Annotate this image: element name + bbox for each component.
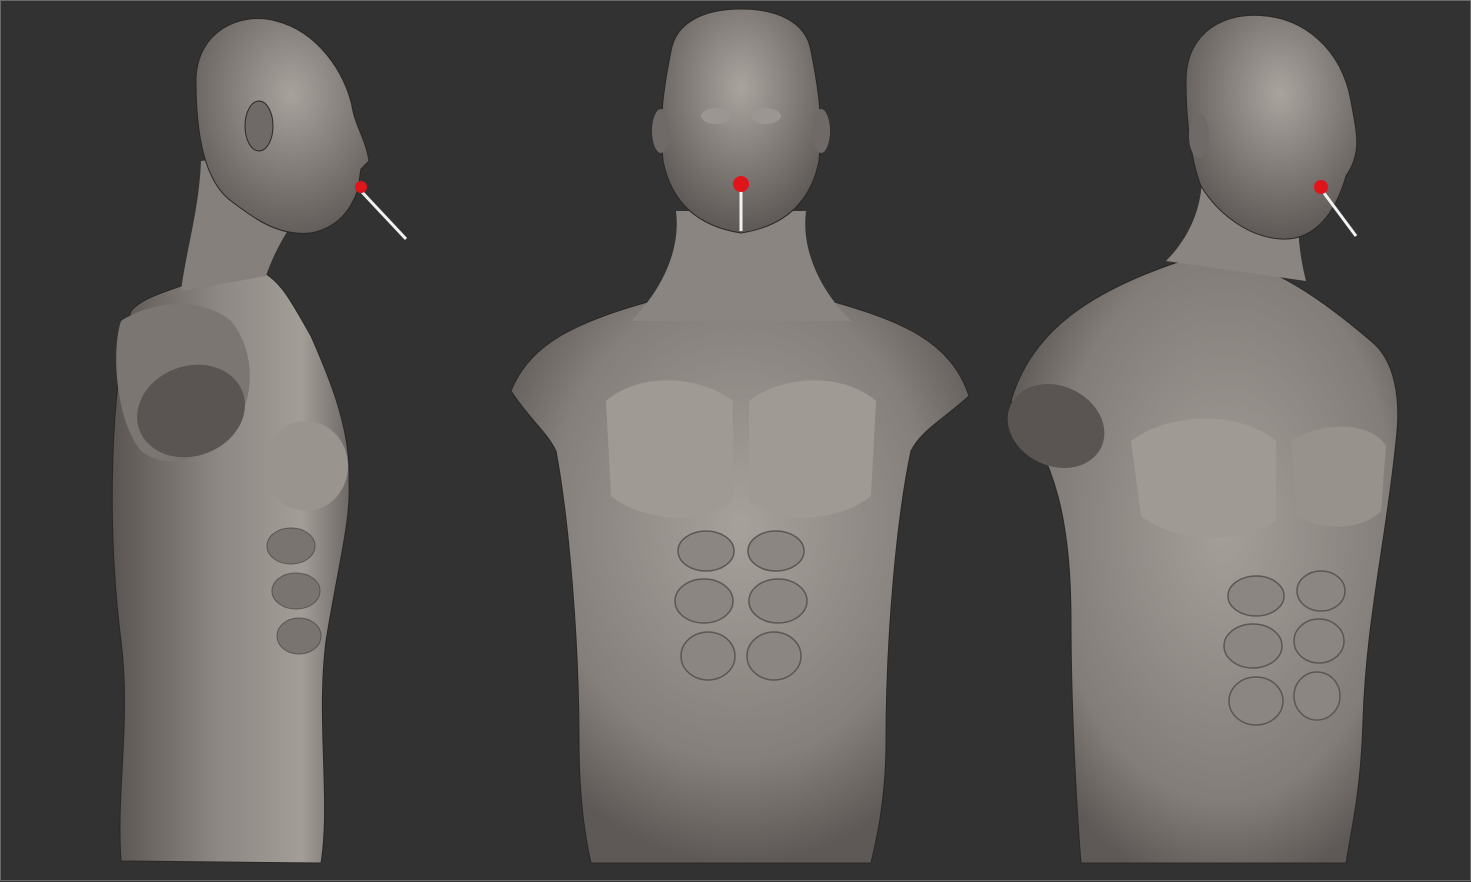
side-view-bust [91, 1, 431, 882]
front-bust-icon [510, 8, 970, 864]
front-view-bust [501, 1, 981, 882]
render-viewport [0, 0, 1471, 881]
three-quarter-view-bust [1001, 1, 1421, 882]
three-quarter-bust-icon [1007, 14, 1399, 864]
profile-bust-icon [111, 18, 408, 864]
